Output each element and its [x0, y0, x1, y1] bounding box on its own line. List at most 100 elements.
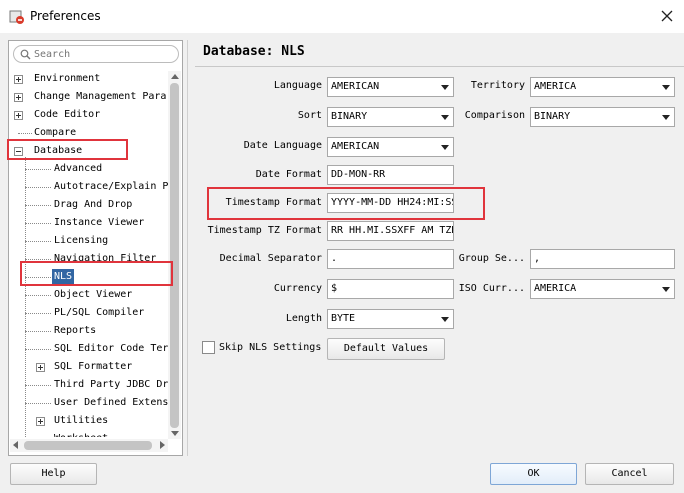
expand-icon[interactable]	[36, 417, 45, 426]
tree-item-label: Worksheet	[54, 431, 108, 437]
tree-item[interactable]: Third Party JDBC Dr	[10, 377, 168, 393]
tree-item[interactable]: Instance Viewer	[10, 215, 168, 231]
tree-item[interactable]: Compare	[10, 125, 168, 141]
collapse-icon[interactable]	[14, 147, 23, 156]
iso-currency-select[interactable]: AMERICA	[530, 279, 675, 299]
tree-connector	[25, 241, 51, 242]
tree-connector	[25, 205, 51, 206]
preferences-tree-pane: Environment Change Management Para Code Ed…	[8, 40, 183, 456]
help-button[interactable]: Help	[10, 463, 97, 485]
preferences-icon	[9, 10, 24, 24]
tree-item[interactable]: SQL Editor Code Ter	[10, 341, 168, 357]
tree-connector	[25, 403, 51, 404]
territory-value: AMERICA	[534, 81, 577, 92]
tree-connector	[25, 277, 51, 278]
horizontal-scroll-thumb[interactable]	[24, 441, 152, 450]
search-icon	[20, 49, 31, 60]
tree-item-label: Utilities	[54, 415, 109, 426]
comparison-label: Comparison	[464, 110, 525, 121]
scroll-down-icon[interactable]	[171, 431, 179, 436]
tree-item-label: SQL Formatter	[54, 361, 133, 372]
tree-item[interactable]: User Defined Extens	[10, 395, 168, 411]
tree-item[interactable]: Navigation Filter	[10, 251, 168, 267]
tree-item-label: Advanced	[54, 163, 103, 174]
tree-connector	[25, 187, 51, 188]
tree-item-label: Environment	[34, 73, 101, 84]
skip-nls-label[interactable]: Skip NLS Settings	[219, 342, 321, 353]
length-value: BYTE	[331, 313, 356, 324]
default-values-button[interactable]: Default Values	[327, 338, 445, 360]
ok-button[interactable]: OK	[490, 463, 577, 485]
timestamp-tz-format-label: Timestamp TZ Format	[207, 225, 322, 236]
date-language-label: Date Language	[243, 140, 322, 151]
tree-item[interactable]: Code Editor	[10, 107, 168, 123]
cancel-button[interactable]: Cancel	[585, 463, 674, 485]
expand-icon[interactable]	[36, 363, 45, 372]
title-bar: Preferences	[0, 0, 684, 33]
timestamp-format-field[interactable]: YYYY-MM-DD HH24:MI:SS	[327, 193, 454, 213]
sort-value: BINARY	[331, 111, 368, 122]
tree-item[interactable]: Drag And Drop	[10, 197, 168, 213]
close-icon[interactable]	[658, 7, 676, 25]
group-separator-label: Group Se...	[458, 253, 525, 264]
tree-item-label: SQL Editor Code Ter	[54, 343, 168, 354]
tree-item-label: Instance Viewer	[54, 217, 145, 228]
tree-item[interactable]: Database	[10, 143, 168, 159]
decimal-separator-label: Decimal Separator	[219, 253, 322, 264]
language-select[interactable]: AMERICAN	[327, 77, 454, 97]
tree-connector	[18, 133, 32, 134]
tree-item-label: Compare	[34, 127, 77, 138]
vertical-scroll-thumb[interactable]	[170, 83, 179, 428]
scroll-left-icon[interactable]	[13, 441, 18, 449]
tree-item[interactable]: Change Management Para	[10, 89, 168, 105]
date-language-select[interactable]: AMERICAN	[327, 137, 454, 157]
group-separator-field[interactable]: ,	[530, 249, 675, 269]
tree-connector	[25, 349, 51, 350]
search-input[interactable]	[34, 47, 174, 61]
tree-item[interactable]: Autotrace/Explain P	[10, 179, 168, 195]
timestamp-format-label: Timestamp Format	[225, 197, 322, 208]
tree-item-label: Autotrace/Explain P	[54, 181, 168, 192]
tree-item-label: PL/SQL Compiler	[54, 307, 145, 318]
expand-icon[interactable]	[14, 111, 23, 120]
date-format-field[interactable]: DD-MON-RR	[327, 165, 454, 185]
tree-item[interactable]: Environment	[10, 71, 168, 87]
expand-icon[interactable]	[14, 75, 23, 84]
chevron-down-icon	[441, 85, 449, 90]
length-select[interactable]: BYTE	[327, 309, 454, 329]
tree-item[interactable]: Worksheet	[10, 431, 168, 437]
tree-item[interactable]: Reports	[10, 323, 168, 339]
tree-item[interactable]: Advanced	[10, 161, 168, 177]
tree-item-label: Third Party JDBC Dr	[54, 379, 168, 390]
chevron-down-icon	[662, 115, 670, 120]
tree-connector	[25, 295, 51, 296]
scroll-up-icon[interactable]	[171, 74, 179, 79]
territory-select[interactable]: AMERICA	[530, 77, 675, 97]
tree-item[interactable]: Object Viewer	[10, 287, 168, 303]
tree-item[interactable]: Utilities	[10, 413, 168, 429]
pane-divider[interactable]	[187, 40, 188, 456]
tree-item-label: Reports	[54, 325, 97, 336]
tree-connector	[25, 223, 51, 224]
tree-horizontal-scrollbar[interactable]	[10, 439, 168, 452]
language-label: Language	[273, 80, 322, 91]
skip-nls-checkbox[interactable]	[202, 341, 215, 354]
chevron-down-icon	[441, 115, 449, 120]
sort-select[interactable]: BINARY	[327, 107, 454, 127]
decimal-separator-field[interactable]: .	[327, 249, 454, 269]
currency-label: Currency	[273, 283, 322, 294]
chevron-down-icon	[662, 85, 670, 90]
comparison-select[interactable]: BINARY	[530, 107, 675, 127]
currency-field[interactable]: $	[327, 279, 454, 299]
tree-item[interactable]: SQL Formatter	[10, 359, 168, 375]
scroll-right-icon[interactable]	[160, 441, 165, 449]
window-title: Preferences	[30, 9, 101, 23]
tree-vertical-scrollbar[interactable]	[168, 71, 181, 439]
tree-item[interactable]: Licensing	[10, 233, 168, 249]
expand-icon[interactable]	[14, 93, 23, 102]
tree-item[interactable]: NLS	[10, 269, 168, 285]
timestamp-tz-format-field[interactable]: RR HH.MI.SSXFF AM TZR	[327, 221, 454, 241]
tree-item[interactable]: PL/SQL Compiler	[10, 305, 168, 321]
section-title: Database: NLS	[203, 44, 305, 59]
search-box[interactable]	[13, 45, 179, 63]
